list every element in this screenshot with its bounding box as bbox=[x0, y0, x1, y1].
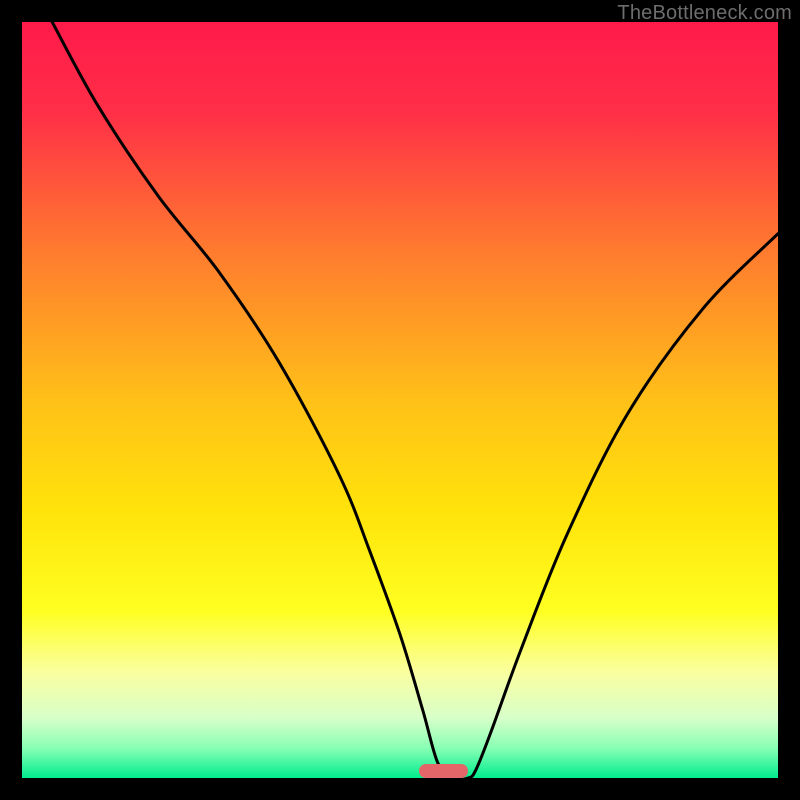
plot-area bbox=[22, 22, 778, 778]
optimal-marker bbox=[419, 764, 468, 778]
attribution-label: TheBottleneck.com bbox=[617, 2, 792, 25]
chart-frame: TheBottleneck.com bbox=[0, 0, 800, 800]
bottleneck-curve bbox=[22, 22, 778, 778]
